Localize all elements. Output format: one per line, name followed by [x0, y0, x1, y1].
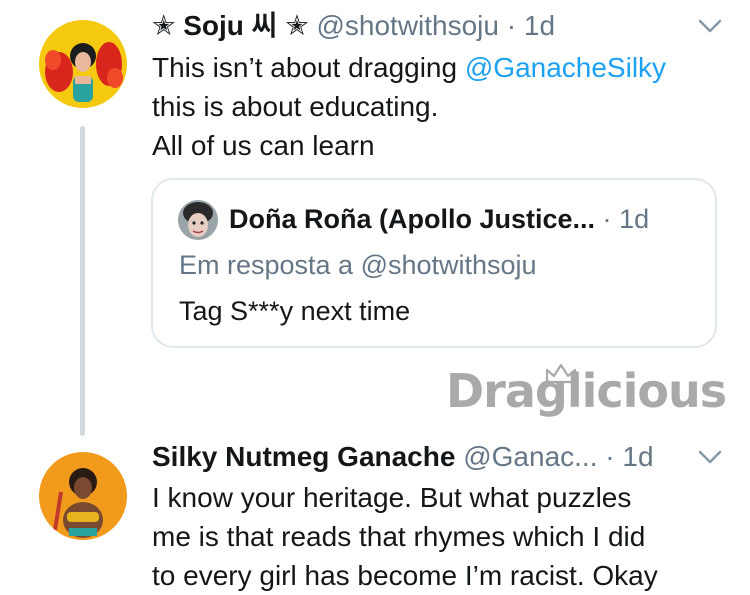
tweet-header: Silky Nutmeg Ganache @Ganac... · 1d	[152, 440, 654, 474]
quoted-display-name: Doña Roña (Apollo Justice...	[229, 204, 596, 234]
timestamp[interactable]: 1d	[622, 441, 653, 472]
display-name[interactable]: ✭ Soju 씨 ✭	[152, 10, 309, 41]
tweet-text-line: this is about educating.	[152, 91, 439, 122]
chevron-down-icon[interactable]	[697, 18, 723, 34]
quoted-timestamp: 1d	[619, 204, 650, 234]
quoted-user-avatar	[178, 200, 218, 240]
quoted-tweet-card[interactable]: Doña Roña (Apollo Justice... · 1d Em res…	[151, 178, 717, 348]
chevron-down-icon[interactable]	[697, 449, 723, 465]
silky-avatar[interactable]	[39, 452, 127, 540]
user-handle[interactable]: @shotwithsoju	[316, 10, 499, 41]
watermark-text: Draglicious	[446, 364, 727, 418]
tweet-text-line: This isn’t about dragging	[152, 52, 465, 83]
tweet-text: I know your heritage. But what puzzles m…	[152, 478, 732, 595]
separator-dot: ·	[602, 204, 612, 234]
timestamp[interactable]: 1d	[524, 10, 555, 41]
tweet-text-line: I know your heritage. But what puzzles	[152, 482, 632, 513]
quoted-tweet-text: Tag S***y next time	[179, 296, 411, 326]
watermark: Draglicious	[446, 363, 727, 444]
display-name[interactable]: Silky Nutmeg Ganache	[152, 441, 455, 472]
thread-connector-line	[80, 126, 85, 436]
mention-link[interactable]: @GanacheSilky	[465, 52, 666, 83]
tweet-text: This isn’t about dragging @GanacheSilky …	[152, 48, 732, 165]
tweet-header: ✭ Soju 씨 ✭ @shotwithsoju · 1d	[152, 9, 555, 43]
tweet-text-line: me is that reads that rhymes which I did	[152, 521, 646, 552]
tweet-text-line: All of us can learn	[152, 130, 375, 161]
user-handle[interactable]: @Ganac...	[463, 441, 597, 472]
soju-avatar[interactable]	[39, 20, 127, 108]
separator-dot: ·	[605, 441, 615, 472]
separator-dot: ·	[506, 10, 517, 41]
quoted-tweet-header: Doña Roña (Apollo Justice... · 1d	[229, 202, 649, 236]
reply-context: Em resposta a @shotwithsoju	[179, 250, 537, 280]
tweet-text-line: to every girl has become I’m racist. Oka…	[152, 560, 658, 591]
